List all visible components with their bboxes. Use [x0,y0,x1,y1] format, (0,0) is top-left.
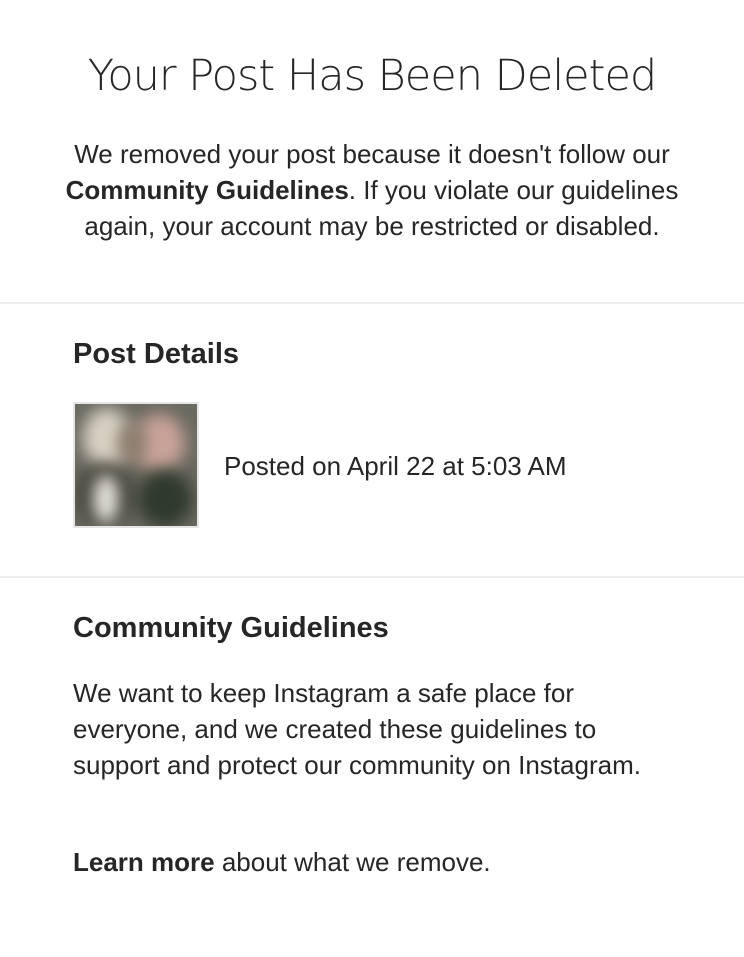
community-guidelines-link[interactable]: Community Guidelines [66,175,349,205]
page-title: Your Post Has Been Deleted [87,51,657,101]
community-guidelines-heading: Community Guidelines [73,612,389,644]
section-divider [0,302,744,304]
section-divider [0,576,744,578]
learn-more-link[interactable]: Learn more [73,847,215,877]
learn-more-line: Learn more about what we remove. [73,844,491,880]
intro-message: We removed your post because it doesn't … [62,136,682,244]
guidelines-description: We want to keep Instagram a safe place f… [73,678,641,780]
post-details-heading: Post Details [73,338,239,370]
posted-on-text: Posted on April 22 at 5:03 AM [224,451,567,481]
post-thumbnail [73,402,199,528]
intro-text-part1: We removed your post because it doesn't … [74,139,670,169]
learn-more-text: about what we remove. [214,847,491,877]
deleted-post-header: Your Post Has Been Deleted We removed yo… [0,0,744,304]
